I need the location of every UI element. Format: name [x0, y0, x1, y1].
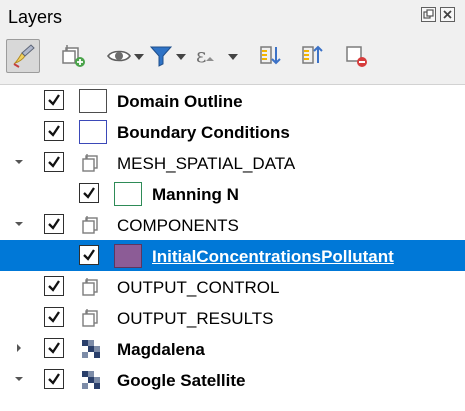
expand-toggle[interactable] — [13, 373, 25, 385]
expand-toggle[interactable] — [13, 218, 25, 230]
polygon-outline-symbol — [79, 89, 107, 113]
layer-visibility-checkbox[interactable] — [44, 369, 64, 389]
expression-filter-button[interactable]: ε — [187, 39, 221, 73]
tree-item-label: Domain Outline — [117, 92, 243, 111]
visibility-icon — [107, 50, 131, 62]
check-icon — [48, 342, 60, 354]
svg-text:ε: ε — [196, 43, 206, 67]
layer-visibility-checkbox[interactable] — [44, 214, 64, 234]
group-icon — [80, 214, 102, 236]
visibility-dropdown-icon[interactable] — [134, 54, 144, 60]
visibility-button[interactable] — [102, 39, 136, 73]
layers-tree: Domain Outline Boundary Conditions MESH_… — [0, 84, 465, 411]
collapse-all-icon — [302, 45, 323, 64]
layer-visibility-checkbox[interactable] — [44, 90, 64, 110]
raster-layer-icon — [80, 369, 102, 391]
expression-filter-dropdown-icon[interactable] — [228, 54, 238, 60]
tree-item-label: InitialConcentrationsPollutant — [152, 247, 394, 266]
remove-layer-icon — [346, 46, 367, 67]
expand-all-icon — [260, 46, 281, 65]
check-icon — [48, 156, 60, 168]
check-icon — [48, 94, 60, 106]
check-icon — [48, 125, 60, 137]
collapse-all-button[interactable] — [295, 39, 329, 73]
remove-layer-button[interactable] — [339, 39, 373, 73]
tree-item-domain-outline[interactable]: Domain Outline — [0, 85, 465, 116]
layer-visibility-checkbox[interactable] — [79, 245, 99, 265]
tree-item-label: OUTPUT_CONTROL — [117, 278, 280, 297]
check-icon — [48, 280, 60, 292]
layers-toolbar: ε — [0, 34, 465, 84]
panel-title: Layers — [8, 7, 63, 27]
tree-item-label: Google Satellite — [117, 371, 246, 390]
layers-panel-titlebar: Layers — [0, 0, 465, 34]
expand-toggle[interactable] — [13, 156, 25, 168]
filter-button[interactable] — [144, 39, 178, 73]
chevron-down-icon — [15, 160, 23, 164]
check-icon — [48, 218, 60, 230]
layer-visibility-checkbox[interactable] — [79, 183, 99, 203]
check-icon — [48, 373, 60, 385]
chevron-down-icon — [15, 222, 23, 226]
tree-item-google-satellite[interactable]: Google Satellite — [0, 364, 465, 395]
close-panel-button[interactable] — [440, 7, 455, 22]
tree-item-magdalena[interactable]: Magdalena — [0, 333, 465, 364]
layer-visibility-checkbox[interactable] — [44, 276, 64, 296]
check-icon — [83, 249, 95, 261]
add-group-icon — [62, 45, 85, 67]
layer-visibility-checkbox[interactable] — [44, 152, 64, 172]
check-icon — [83, 187, 95, 199]
float-panel-button[interactable] — [421, 7, 436, 22]
layer-visibility-checkbox[interactable] — [44, 307, 64, 327]
tree-item-components[interactable]: COMPONENTS — [0, 209, 465, 240]
tree-item-output-results[interactable]: OUTPUT_RESULTS — [0, 302, 465, 333]
group-icon — [80, 307, 102, 329]
expand-toggle[interactable] — [13, 342, 25, 354]
tree-item-label: MESH_SPATIAL_DATA — [117, 154, 296, 173]
tree-item-mesh-spatial-data[interactable]: MESH_SPATIAL_DATA — [0, 147, 465, 178]
group-icon — [80, 276, 102, 298]
close-icon — [443, 10, 452, 19]
tree-item-manning-n[interactable]: Manning N — [0, 178, 465, 209]
tree-item-label: COMPONENTS — [117, 216, 239, 235]
tree-item-boundary-conditions[interactable]: Boundary Conditions — [0, 116, 465, 147]
style-layer-icon — [13, 44, 35, 68]
float-icon — [423, 9, 434, 19]
layer-visibility-checkbox[interactable] — [44, 121, 64, 141]
tree-item-label: Manning N — [152, 185, 239, 204]
layer-visibility-checkbox[interactable] — [44, 338, 64, 358]
tree-item-label: Boundary Conditions — [117, 123, 290, 142]
polygon-green-outline-symbol — [114, 182, 142, 206]
group-icon — [80, 152, 102, 174]
filter-dropdown-icon[interactable] — [176, 54, 186, 60]
check-icon — [48, 311, 60, 323]
filter-icon — [149, 46, 173, 67]
polygon-purple-fill-symbol — [114, 244, 142, 268]
raster-layer-icon — [80, 338, 102, 360]
layers-panel: Layers ε Domain Outline Boundary Conditi… — [0, 0, 465, 411]
chevron-right-icon — [17, 344, 21, 352]
polygon-blue-outline-symbol — [79, 120, 107, 144]
tree-item-label: Magdalena — [117, 340, 205, 359]
tree-item-output-control[interactable]: OUTPUT_CONTROL — [0, 271, 465, 302]
expression-filter-icon: ε — [196, 43, 214, 67]
style-layer-button[interactable] — [6, 39, 40, 73]
chevron-down-icon — [15, 377, 23, 381]
expand-all-button[interactable] — [253, 39, 287, 73]
add-group-button[interactable] — [57, 39, 91, 73]
tree-item-initial-concentrations-pollutant[interactable]: InitialConcentrationsPollutant — [0, 240, 465, 271]
tree-item-label: OUTPUT_RESULTS — [117, 309, 274, 328]
